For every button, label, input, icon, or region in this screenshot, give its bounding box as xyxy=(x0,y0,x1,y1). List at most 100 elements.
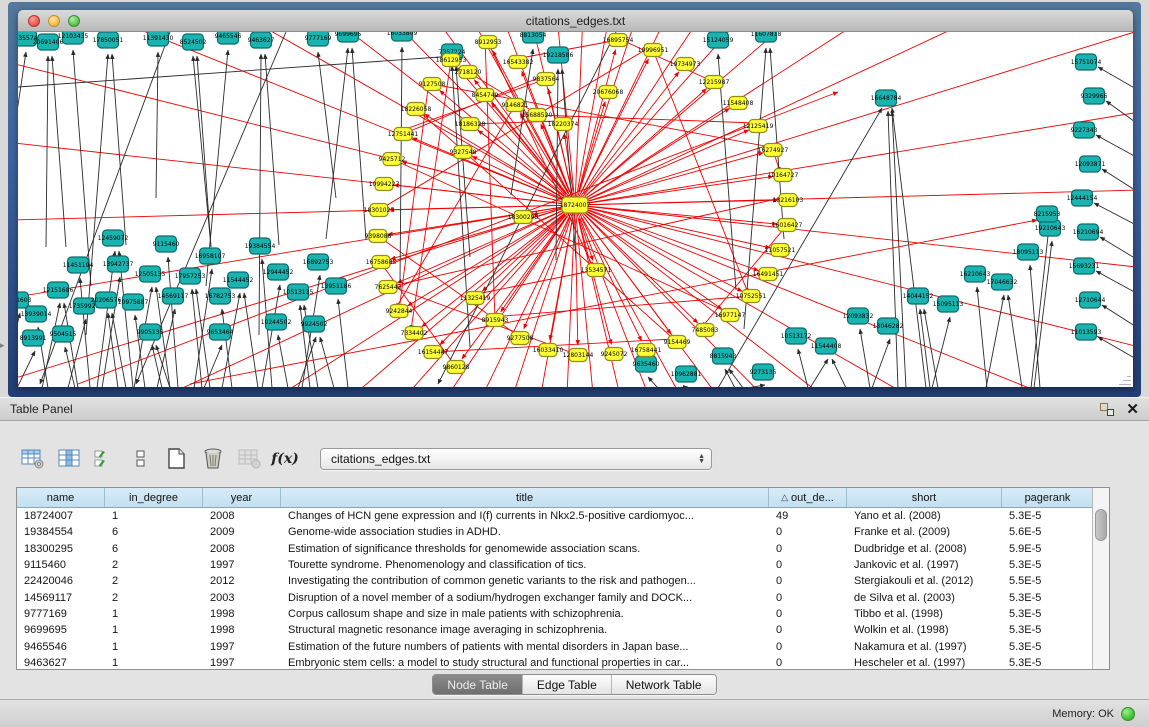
row-height-icon[interactable] xyxy=(126,445,156,473)
memory-status-label: Memory: OK xyxy=(1052,708,1114,720)
column-header-short[interactable]: short xyxy=(847,488,1002,507)
graph-node-label: 9398088 xyxy=(365,233,392,240)
table-row[interactable]: 946362711997Embryonic stem cells: a mode… xyxy=(17,655,1094,670)
table-cell: Tourette syndrome. Phenomenology and cla… xyxy=(281,557,769,573)
network-window-title: citations_edges.txt xyxy=(526,14,625,28)
minimize-button[interactable] xyxy=(48,15,60,27)
zoom-button[interactable] xyxy=(68,15,80,27)
table-tabs-bar: Node TableEdge TableNetwork Table xyxy=(0,674,1149,695)
import-table-icon[interactable] xyxy=(234,445,264,473)
graph-node-label: 12151686 xyxy=(43,287,74,294)
function-builder-icon[interactable]: f(x) xyxy=(270,445,300,473)
graph-node-label: 8913991 xyxy=(20,335,47,342)
graph-node-label: 16958107 xyxy=(195,253,226,260)
window-resize-grip[interactable] xyxy=(1119,373,1131,385)
table-row[interactable]: 1938455462009Genome-wide association stu… xyxy=(17,524,1094,540)
graph-node-label: 11451194 xyxy=(63,262,94,269)
graph-node-label: 10996951 xyxy=(638,47,669,54)
graph-node-label: 11013593 xyxy=(1071,329,1102,336)
graph-node-label: 14044152 xyxy=(903,293,934,300)
graph-node-label: 19384554 xyxy=(245,243,276,250)
table-cell: 2009 xyxy=(203,524,281,540)
network-window-titlebar[interactable]: citations_edges.txt xyxy=(18,10,1133,32)
table-cell: 1997 xyxy=(203,557,281,573)
network-graph[interactable]: 1035574120691406121034351785005111391430… xyxy=(18,32,1133,387)
table-row[interactable]: 946554611997Estimation of the future num… xyxy=(17,638,1094,654)
table-cell: 1998 xyxy=(203,622,281,638)
table-row[interactable]: 911546021997Tourette syndrome. Phenomeno… xyxy=(17,557,1094,573)
graph-node-label: 13939014 xyxy=(21,311,52,318)
column-header-pagerank[interactable]: pagerank xyxy=(1002,488,1094,507)
graph-node-label: 17850051 xyxy=(93,37,124,44)
column-header-out_de[interactable]: △out_de... xyxy=(769,488,847,507)
table-select-dropdown[interactable]: citations_edges.txt ▲▼ xyxy=(320,448,712,470)
tab-node-table[interactable]: Node Table xyxy=(433,675,523,694)
graph-node-label: 16033809 xyxy=(387,32,418,37)
table-cell: Wolkin et al. (1998) xyxy=(847,622,1002,638)
graph-node-label: 16977147 xyxy=(715,312,746,319)
graph-node-label: 13046282 xyxy=(873,323,904,330)
table-row[interactable]: 977716911998Corpus callosum shape and si… xyxy=(17,606,1094,622)
graph-node-label: 2718120 xyxy=(455,69,482,76)
graph-node-label: 9463627 xyxy=(248,37,275,44)
delete-icon[interactable] xyxy=(198,445,228,473)
table-cell: 2012 xyxy=(203,573,281,589)
table-cell: 2 xyxy=(105,573,203,589)
column-header-title[interactable]: title xyxy=(281,488,769,507)
table-cell: 6 xyxy=(105,524,203,540)
new-document-icon[interactable] xyxy=(162,445,192,473)
tab-network-table[interactable]: Network Table xyxy=(612,675,716,694)
column-header-in_degree[interactable]: in_degree xyxy=(105,488,203,507)
table-cell: Investigating the contribution of common… xyxy=(281,573,769,589)
table-cell: 5.3E-5 xyxy=(1002,606,1094,622)
graph-node-label: 18301025 xyxy=(364,207,395,214)
float-window-icon[interactable] xyxy=(1100,403,1114,416)
table-cell: de Silva et al. (2003) xyxy=(847,589,1002,605)
graph-node-label: 8524502 xyxy=(180,39,207,46)
column-header-year[interactable]: year xyxy=(203,488,281,507)
table-row[interactable]: 1872400712008Changes of HCN gene express… xyxy=(17,508,1094,524)
table-row[interactable]: 1830029562008Estimation of significance … xyxy=(17,541,1094,557)
graph-node-label: 11325419 xyxy=(460,295,491,302)
graph-node-label: 18095113 xyxy=(1013,249,1044,256)
table-row[interactable]: 1456911722003Disruption of a novel membe… xyxy=(17,589,1094,605)
column-header-name[interactable]: name xyxy=(17,488,105,507)
tab-edge-table[interactable]: Edge Table xyxy=(523,675,612,694)
select-rows-icon[interactable] xyxy=(90,445,120,473)
table-cell: 9115460 xyxy=(17,557,105,573)
close-icon[interactable]: ✕ xyxy=(1126,403,1139,416)
graph-node-label: 10244502 xyxy=(261,319,292,326)
table-toolbar: f(x) citations_edges.txt ▲▼ xyxy=(0,441,1149,477)
graph-node-label: 18612953 xyxy=(436,57,467,64)
table-cell: 9463627 xyxy=(17,655,105,670)
table-cell: 18300295 xyxy=(17,541,105,557)
table-cell: 5.3E-5 xyxy=(1002,622,1094,638)
table-scrollbar[interactable] xyxy=(1092,488,1109,669)
table-cell: Nakamura et al. (1997) xyxy=(847,638,1002,654)
graph-node-label: 12710644 xyxy=(1075,297,1106,304)
graph-node-label: 10513172 xyxy=(781,333,812,340)
table-row[interactable]: 2242004622012Investigating the contribut… xyxy=(17,573,1094,589)
table-cell: Corpus callosum shape and size in male p… xyxy=(281,606,769,622)
graph-node-label: 13534571 xyxy=(581,267,612,274)
graph-node-label: 12944452 xyxy=(263,269,294,276)
network-canvas[interactable]: 1035574120691406121034351785005111391430… xyxy=(18,32,1133,387)
table-cell: 9777169 xyxy=(17,606,105,622)
table-scrollbar-thumb[interactable] xyxy=(1095,509,1107,541)
column-chooser-icon[interactable] xyxy=(54,445,84,473)
table-settings-icon[interactable] xyxy=(18,445,48,473)
graph-node-label: 13951186 xyxy=(321,283,352,290)
graph-node-label: 19734973 xyxy=(670,61,701,68)
graph-node-label: 9227343 xyxy=(1071,127,1098,134)
memory-ok-indicator-icon[interactable] xyxy=(1121,707,1135,721)
close-button[interactable] xyxy=(28,15,40,27)
graph-node-label: 9245072 xyxy=(601,351,628,358)
graph-node-label: 12093871 xyxy=(1075,161,1106,168)
table-cell: 6 xyxy=(105,541,203,557)
graph-node-label: 12093832 xyxy=(843,313,874,320)
graph-node-label: 10975887 xyxy=(118,299,149,306)
table-row[interactable]: 969969511998Structural magnetic resonanc… xyxy=(17,622,1094,638)
graph-node-label: 11544408 xyxy=(811,343,842,350)
graph-node-label: 16033410 xyxy=(533,347,564,354)
sidebar-collapse-arrow-icon[interactable]: ▸ xyxy=(0,340,5,351)
